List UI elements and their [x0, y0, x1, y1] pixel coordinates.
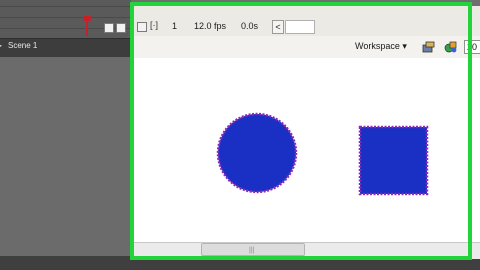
scene-label[interactable]: Scene 1: [8, 41, 37, 50]
pasteboard-left: [0, 57, 131, 257]
onion-skin-icon[interactable]: [104, 23, 114, 33]
back-arrow-icon[interactable]: ▸: [0, 41, 2, 50]
playhead[interactable]: [86, 18, 88, 36]
highlight-frame: [130, 2, 472, 260]
onion-skin-outline-icon[interactable]: [116, 23, 126, 33]
